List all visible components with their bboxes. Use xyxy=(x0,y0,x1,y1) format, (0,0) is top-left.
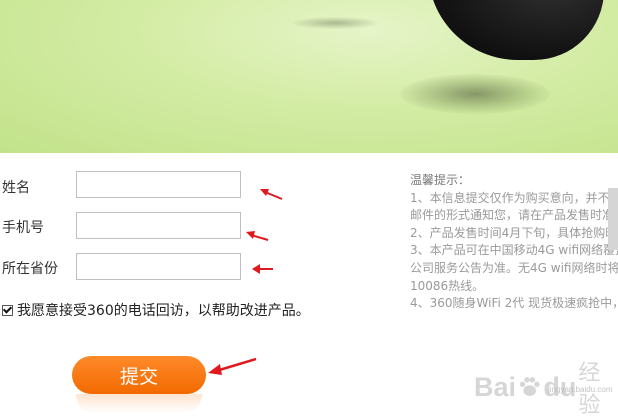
tips-line: 公司服务公告为准。无4G wifi网络时将 xyxy=(410,260,618,275)
tips-line: 1、本信息提交仅作为购买意向，并不代 xyxy=(410,190,618,205)
province-label: 所在省份 xyxy=(2,261,58,277)
device-shadow xyxy=(400,74,550,114)
annotation-arrow-icon xyxy=(208,357,257,375)
annotation-arrow-icon xyxy=(252,264,273,274)
scroll-edge xyxy=(608,188,618,250)
submit-area: 提交 xyxy=(72,356,206,414)
product-banner xyxy=(0,0,618,153)
callback-consent[interactable]: 我愿意接受360的电话回访，以帮助改进产品。 xyxy=(2,300,310,320)
tips-panel: 温馨提示： 1、本信息提交仅作为购买意向，并不代 邮件的形式通知您，请在产品发售… xyxy=(410,172,618,313)
consent-text: 我愿意接受360的电话回访，以帮助改进产品。 xyxy=(17,303,310,319)
tips-line: 2、产品发售时间4月下旬，具体抢购时 xyxy=(410,225,618,240)
phone-label: 手机号 xyxy=(2,220,44,236)
tips-line: 10086热线。 xyxy=(410,278,485,293)
province-input[interactable] xyxy=(76,253,241,280)
consent-checkbox[interactable] xyxy=(2,304,13,316)
annotation-arrow-icon xyxy=(260,189,283,200)
submit-reflection xyxy=(76,394,202,414)
tips-title: 温馨提示： xyxy=(410,173,471,187)
paw-icon xyxy=(519,377,540,396)
tips-line: 邮件的形式通知您，请在产品发售时准时 xyxy=(410,208,618,223)
annotation-arrow-icon xyxy=(246,231,269,241)
tips-line: 3、本产品可在中国移动4G wifi网络覆盖 xyxy=(410,243,618,258)
watermark-url: jingyan.baidu.com xyxy=(548,385,613,394)
watermark-brand-left: Bai xyxy=(474,371,517,402)
floating-shadow xyxy=(292,17,378,29)
wifi-device-image xyxy=(428,0,604,60)
tips-line: 4、360随身WiFi 2代 现货极速疯抢中， xyxy=(410,296,618,311)
name-input[interactable] xyxy=(76,171,241,198)
submit-button[interactable]: 提交 xyxy=(72,356,206,394)
name-label: 姓名 xyxy=(2,180,30,196)
phone-input[interactable] xyxy=(76,212,241,239)
